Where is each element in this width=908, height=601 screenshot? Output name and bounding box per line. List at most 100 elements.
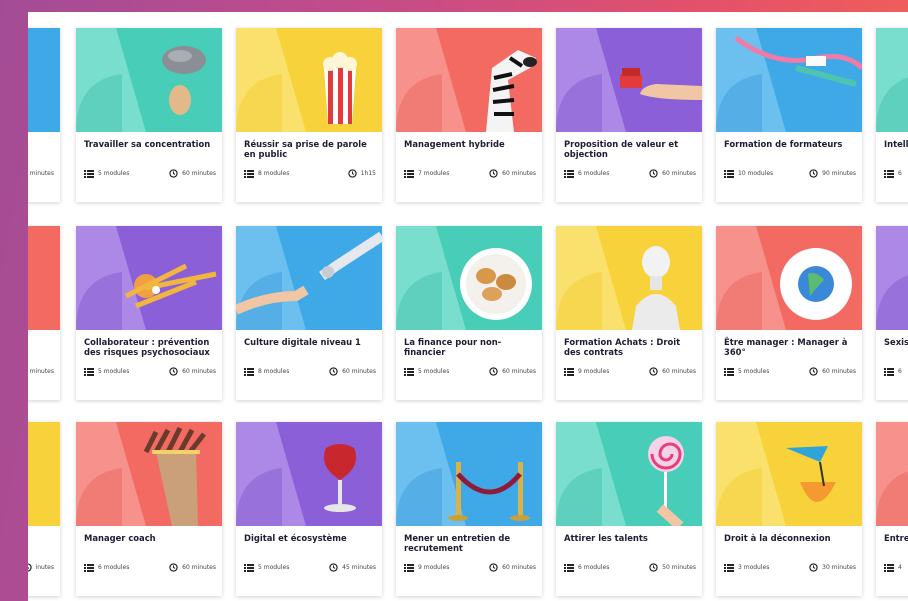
clock-icon: [169, 563, 178, 572]
course-card[interactable]: une minutes: [28, 226, 60, 400]
course-card[interactable]: La finance pour non-financier 5 modules 60…: [396, 226, 542, 400]
modules-label: 9 modules: [418, 564, 450, 571]
course-title: Travailler sa concentration: [84, 139, 211, 149]
list-icon: [884, 169, 894, 178]
modules-label: 6: [898, 368, 902, 375]
course-card[interactable]: Culture digitale niveau 1 8 modules 60 min…: [236, 226, 382, 400]
modules-count: 8 modules: [244, 367, 290, 376]
course-meta: 9 modules 60 minutes: [404, 563, 536, 572]
modules-label: 6: [898, 170, 902, 177]
duration: 60 minutes: [809, 367, 856, 376]
duration: 60 minutes: [489, 367, 536, 376]
course-card[interactable]: Être manager : Manager à 360° 5 modules 60…: [716, 226, 862, 400]
course-card[interactable]: Digital et écosystème 5 modules 45 minutes: [236, 422, 382, 596]
list-icon: [84, 169, 94, 178]
clock-icon: [809, 367, 818, 376]
course-title: Culture digitale niveau 1: [244, 337, 361, 347]
duration: 60 minutes: [169, 367, 216, 376]
duration: 60 minutes: [489, 169, 536, 178]
course-meta: 10 modules 90 minutes: [724, 169, 856, 178]
course-card[interactable]: Collaborateur : prévention des risques p…: [76, 226, 222, 400]
course-thumbnail: [556, 226, 702, 330]
modules-label: 4: [898, 564, 902, 571]
duration: 60 minutes: [169, 563, 216, 572]
modules-label: 5 modules: [98, 368, 130, 375]
course-thumbnail: [236, 28, 382, 132]
clock-icon: [489, 563, 498, 572]
duration: 90 minutes: [809, 169, 856, 178]
course-card[interactable]: Management hybride 7 modules 60 minutes: [396, 28, 542, 202]
course-card[interactable]: Sexis comp 6: [876, 226, 908, 400]
modules-count: 6: [884, 169, 902, 178]
duration-label: 60 minutes: [662, 170, 696, 177]
list-icon: [564, 563, 574, 572]
course-thumbnail: [716, 422, 862, 526]
course-meta: 4: [884, 563, 908, 572]
modules-count: 6: [884, 367, 902, 376]
course-title: Management hybride: [404, 139, 505, 149]
course-thumbnail: [876, 422, 908, 526]
modules-count: 9 modules: [564, 367, 609, 376]
course-meta: inutes: [28, 563, 54, 572]
course-title: Entreti: [884, 533, 908, 543]
duration-label: 90 minutes: [822, 170, 856, 177]
course-thumbnail: [236, 226, 382, 330]
modules-label: 8 modules: [258, 368, 290, 375]
course-card[interactable]: Manager coach 6 modules 60 minutes: [76, 422, 222, 596]
course-title: Droit à la déconnexion: [724, 533, 831, 543]
course-meta: 6: [884, 367, 908, 376]
course-card[interactable]: Intell 6: [876, 28, 908, 202]
duration-label: 60 minutes: [822, 368, 856, 375]
modules-count: 6 modules: [84, 563, 129, 572]
course-meta: 9 modules 60 minutes: [564, 367, 696, 376]
modules-count: 10 modules: [724, 169, 774, 178]
duration: inutes: [28, 563, 54, 572]
course-thumbnail: [396, 28, 542, 132]
course-title: Réussir sa prise de parole en public: [244, 139, 367, 159]
modules-label: 5 modules: [258, 564, 290, 571]
clock-icon: [649, 367, 658, 376]
modules-label: 5 modules: [738, 368, 770, 375]
duration-label: inutes: [35, 564, 54, 571]
course-title: Formation de formateurs: [724, 139, 843, 149]
course-meta: 6: [884, 169, 908, 178]
modules-label: 10 modules: [738, 170, 774, 177]
course-card[interactable]: minutes: [28, 28, 60, 202]
course-card[interactable]: inutes: [28, 422, 60, 596]
modules-count: 3 modules: [724, 563, 770, 572]
course-title: Digital et écosystème: [244, 533, 347, 543]
modules-count: 6 modules: [564, 563, 609, 572]
duration-label: 1h15: [360, 170, 376, 177]
modules-label: 3 modules: [738, 564, 770, 571]
list-icon: [564, 367, 574, 376]
course-card[interactable]: Droit à la déconnexion 3 modules 30 minute…: [716, 422, 862, 596]
list-icon: [244, 169, 254, 178]
clock-icon: [489, 169, 498, 178]
course-card[interactable]: Formation Achats : Droit des contrats 9 m…: [556, 226, 702, 400]
clock-icon: [348, 169, 357, 178]
course-card[interactable]: Travailler sa concentration 5 modules 60 m…: [76, 28, 222, 202]
course-card[interactable]: Réussir sa prise de parole en public 8 mo…: [236, 28, 382, 202]
course-card[interactable]: Formation de formateurs 10 modules 90 minu…: [716, 28, 862, 202]
list-icon: [84, 367, 94, 376]
course-card[interactable]: Entreti 4: [876, 422, 908, 596]
clock-icon: [329, 563, 338, 572]
duration: minutes: [28, 367, 54, 376]
course-card[interactable]: Mener un entretien de recrutement 9 modul…: [396, 422, 542, 596]
duration: 1h15: [348, 169, 376, 178]
modules-count: 7 modules: [404, 169, 449, 178]
course-card[interactable]: Proposition de valeur et objection 6 modu…: [556, 28, 702, 202]
modules-count: 5 modules: [724, 367, 770, 376]
duration-label: 60 minutes: [182, 170, 216, 177]
modules-label: 5 modules: [98, 170, 130, 177]
course-title: La finance pour non-financier: [404, 337, 502, 357]
list-icon: [724, 563, 734, 572]
clock-icon: [329, 367, 338, 376]
clock-icon: [169, 169, 178, 178]
course-card[interactable]: Attirer les talents 6 modules 50 minutes: [556, 422, 702, 596]
course-meta: 3 modules 30 minutes: [724, 563, 856, 572]
modules-count: 8 modules: [244, 169, 289, 178]
course-title: Intell: [884, 139, 908, 149]
duration-label: 60 minutes: [182, 368, 216, 375]
list-icon: [84, 563, 94, 572]
